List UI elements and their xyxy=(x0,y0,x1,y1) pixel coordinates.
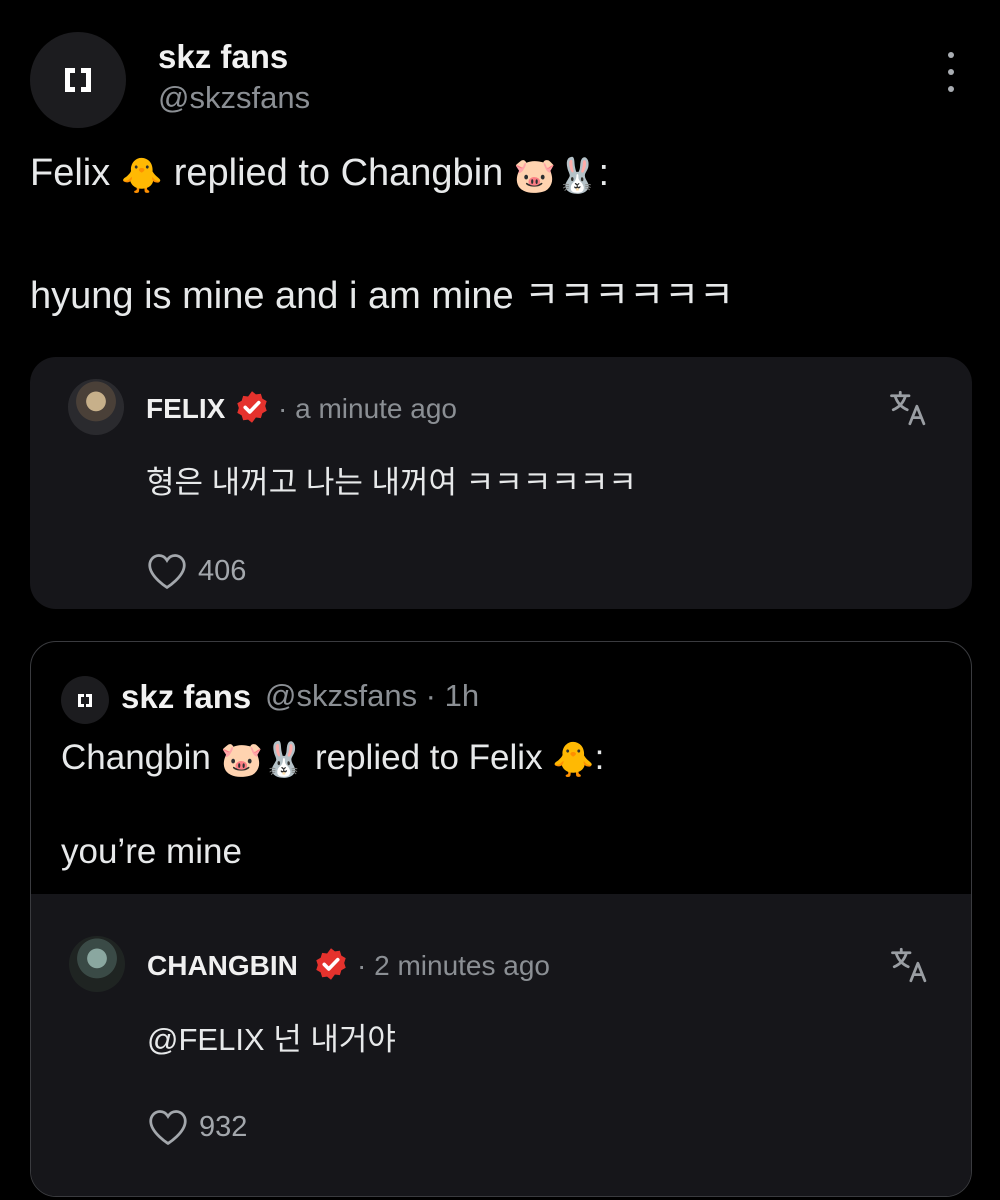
felix-avatar[interactable] xyxy=(68,379,124,435)
post-text-line-2: hyung is mine and i am mine ㅋㅋㅋㅋㅋㅋ xyxy=(30,275,735,317)
quoted-text-line-2: you’re mine xyxy=(61,832,242,871)
skz-logo-icon xyxy=(78,693,92,707)
chick-emoji: 🐥 xyxy=(120,156,164,196)
reply-text: @FELIX 넌 내거야 xyxy=(147,1022,396,1057)
heart-icon[interactable] xyxy=(146,552,188,590)
reply-author-name[interactable]: CHANGBIN xyxy=(147,950,298,982)
post-text: Felix xyxy=(30,152,121,194)
more-options-icon[interactable] xyxy=(944,52,958,92)
quoted-author-name[interactable]: skz fans xyxy=(121,678,251,716)
quoted-text: replied to Felix xyxy=(305,738,553,777)
quoted-author-handle[interactable]: @skzsfans · 1h xyxy=(265,678,479,714)
reply-text: 형은 내꺼고 나는 내꺼여 ㅋㅋㅋㅋㅋㅋ xyxy=(146,465,637,500)
like-count: 932 xyxy=(199,1111,248,1143)
quoted-post[interactable]: skz fans @skzsfans · 1h Changbin 🐷🐰 repl… xyxy=(30,641,972,1197)
quoted-text: Changbin xyxy=(61,738,221,777)
like-count: 406 xyxy=(198,555,247,587)
reply-card-felix[interactable]: FELIX · a minute ago 형은 내꺼고 나는 내꺼여 ㅋㅋㅋㅋㅋ… xyxy=(30,357,972,609)
chick-emoji: 🐥 xyxy=(552,740,595,780)
translate-icon[interactable] xyxy=(888,387,930,429)
heart-icon[interactable] xyxy=(147,1108,189,1146)
author-name[interactable]: skz fans xyxy=(158,38,288,76)
author-avatar[interactable] xyxy=(30,32,126,128)
quoted-text-line-1: Changbin 🐷🐰 replied to Felix 🐥: xyxy=(61,738,604,780)
post-text-line-1: Felix 🐥 replied to Changbin 🐷🐰: xyxy=(30,152,609,196)
reply-time: · a minute ago xyxy=(278,393,457,424)
reply-author-name[interactable]: FELIX xyxy=(146,393,225,425)
quoted-text: : xyxy=(594,738,605,777)
translate-icon[interactable] xyxy=(889,944,931,986)
quoted-author-avatar[interactable] xyxy=(61,676,109,724)
post-text: : xyxy=(598,152,610,194)
author-handle[interactable]: @skzsfans xyxy=(158,80,310,116)
post-text: replied to Changbin xyxy=(163,152,514,194)
pig-rabbit-emoji: 🐷🐰 xyxy=(220,740,306,780)
reply-card-changbin[interactable]: CHANGBIN · 2 minutes ago @FELIX 넌 내거야 93… xyxy=(31,894,971,1196)
skz-logo-icon xyxy=(65,68,91,92)
verified-badge-icon xyxy=(316,948,346,980)
reply-time: · 2 minutes ago xyxy=(357,950,550,981)
verified-badge-icon xyxy=(237,391,267,423)
pig-rabbit-emoji: 🐷🐰 xyxy=(513,156,599,196)
changbin-avatar[interactable] xyxy=(69,936,125,992)
